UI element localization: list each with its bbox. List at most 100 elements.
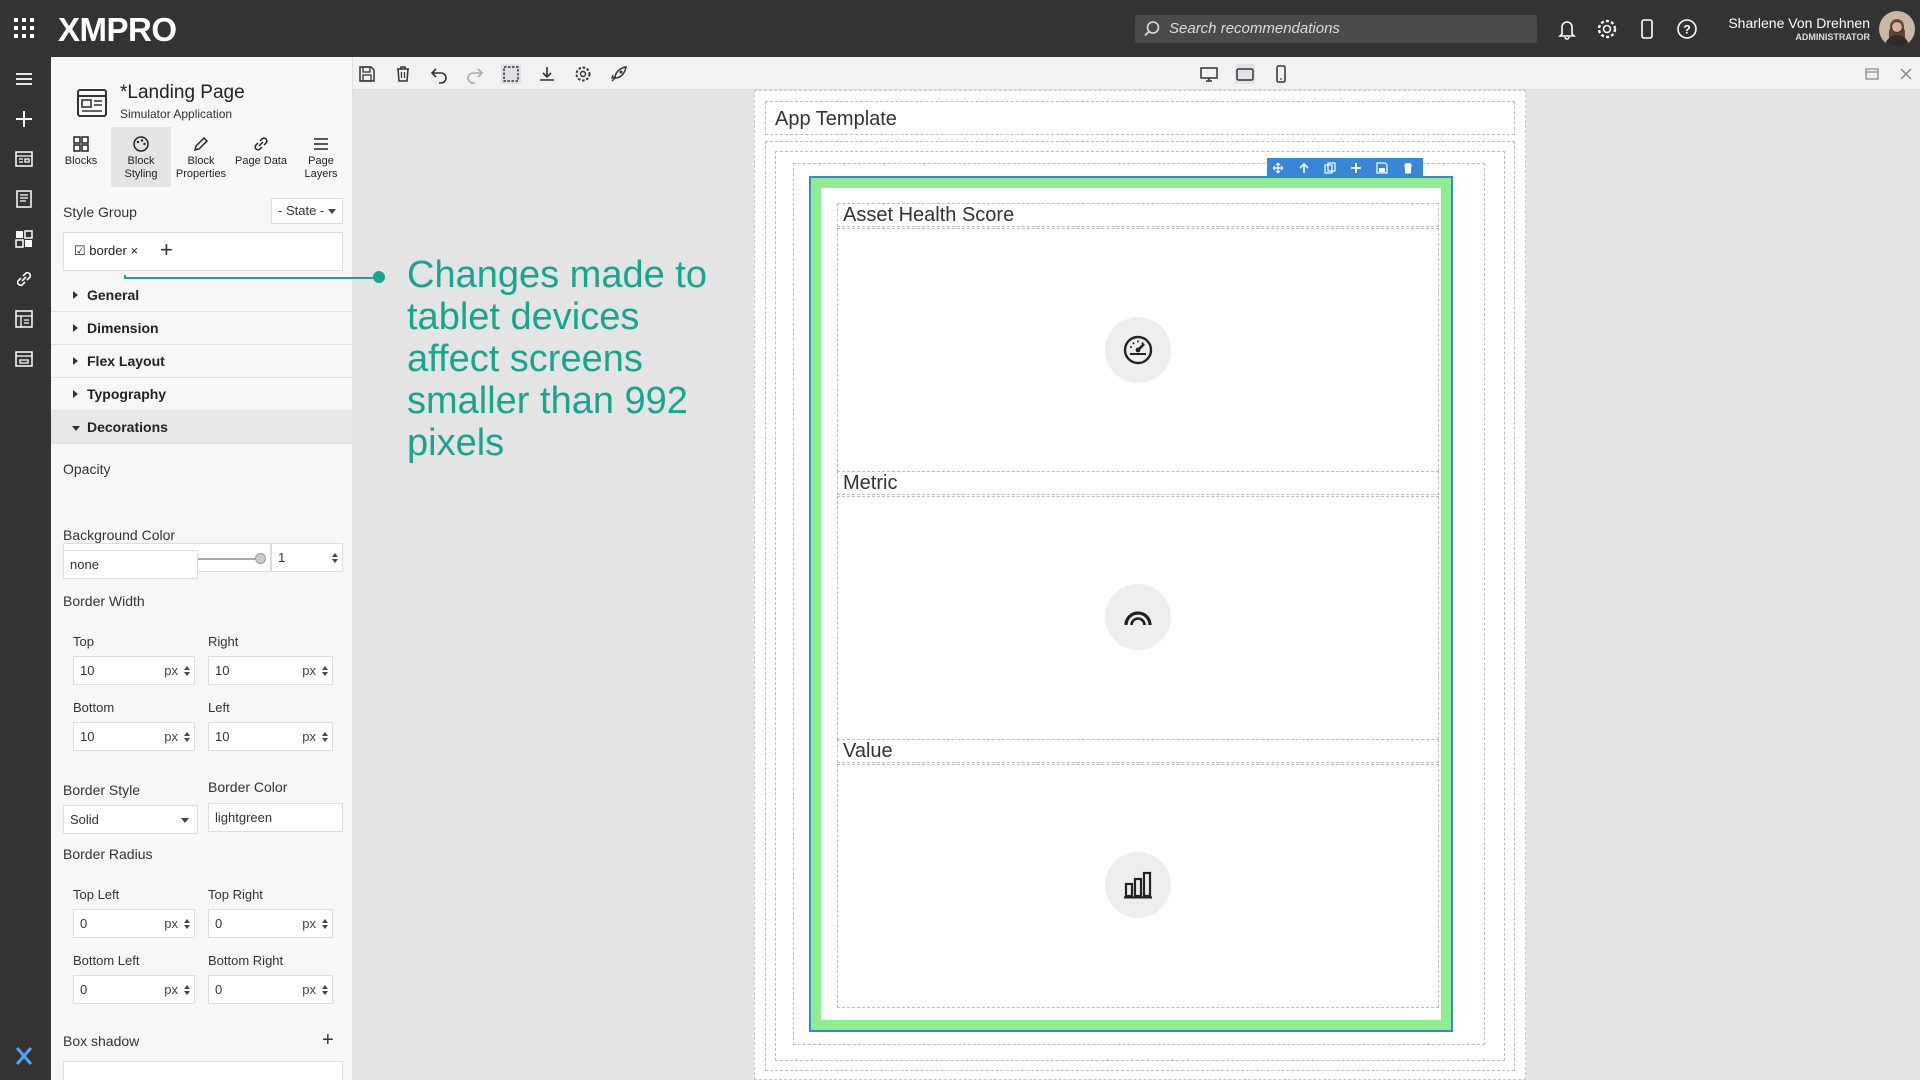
add-block-icon[interactable] (1350, 162, 1362, 174)
opacity-label: Opacity (63, 461, 111, 477)
spinner[interactable] (322, 666, 328, 676)
xmpro-logo[interactable]: XMPRO (58, 11, 177, 49)
border-bottom-input[interactable]: 10 px (73, 722, 195, 751)
spinner[interactable] (322, 919, 328, 929)
tab-block-properties[interactable]: Block Properties (171, 127, 231, 187)
tab-blocks[interactable]: Blocks (51, 127, 111, 187)
border-right-input[interactable]: 10 px (208, 656, 333, 685)
tab-page-layers[interactable]: Page Layers (291, 127, 351, 187)
download-icon[interactable] (537, 64, 557, 84)
search-icon (1144, 21, 1160, 37)
box-shadow-label: Box shadow (63, 1033, 140, 1049)
editor-toolbar (353, 57, 1920, 90)
search-input[interactable]: Search recommendations (1135, 15, 1537, 43)
section-general[interactable]: General (51, 279, 353, 312)
section-typography[interactable]: Typography (51, 378, 353, 411)
save-icon[interactable] (357, 64, 377, 84)
box-shadow-input[interactable] (63, 1061, 343, 1080)
opacity-slider-thumb[interactable] (255, 553, 266, 564)
section-decorations[interactable]: Decorations (51, 411, 353, 444)
background-color-label: Background Color (63, 527, 176, 543)
avatar[interactable] (1879, 11, 1915, 47)
palette-icon (133, 136, 149, 152)
recommendations-icon[interactable] (13, 148, 35, 170)
hamburger-menu-icon[interactable] (13, 68, 35, 90)
delete-icon[interactable] (393, 64, 413, 84)
border-style-select[interactable]: Solid (63, 805, 198, 834)
redo-icon[interactable] (465, 64, 485, 84)
callout-connector (124, 275, 379, 279)
border-left-input[interactable]: 10 px (208, 722, 333, 751)
radius-top-left-input[interactable]: 0 px (73, 909, 195, 938)
background-color-input[interactable]: none (63, 550, 198, 579)
spinner[interactable] (184, 985, 190, 995)
style-group-chip[interactable]: ☑ border × (74, 243, 138, 259)
spinner[interactable] (322, 732, 328, 742)
search-placeholder: Search recommendations (1169, 20, 1340, 37)
bar-chart-icon (1124, 871, 1152, 899)
rocket-icon[interactable] (609, 64, 629, 84)
pencil-icon (193, 136, 209, 152)
settings-gear-icon[interactable] (573, 64, 593, 84)
add-box-shadow-button[interactable]: + (322, 1029, 334, 1052)
data-stream-icon[interactable] (13, 308, 35, 330)
spinner[interactable] (184, 919, 190, 929)
state-select[interactable]: - State - (271, 198, 343, 224)
border-right-value: 10 (215, 663, 230, 678)
radius-top-left-value: 0 (80, 916, 88, 931)
add-style-group-button[interactable]: + (160, 238, 173, 262)
unit-label: px (164, 729, 178, 744)
left-rail (0, 57, 51, 1080)
style-group-box: ☑ border × + (63, 232, 343, 271)
app-designer-icon[interactable] (13, 348, 35, 370)
radius-bottom-left-input[interactable]: 0 px (73, 975, 195, 1004)
move-icon[interactable] (1272, 162, 1284, 174)
bell-icon[interactable] (1554, 16, 1580, 42)
radius-bottom-right-label: Bottom Right (208, 953, 284, 968)
app-launcher-icon[interactable] (14, 18, 34, 38)
section-flex-layout[interactable]: Flex Layout (51, 345, 353, 378)
user-name[interactable]: Sharlene Von Drehnen (1728, 15, 1870, 31)
border-color-input[interactable]: lightgreen (208, 803, 343, 832)
maximize-icon[interactable] (1862, 64, 1882, 84)
opacity-spinner[interactable] (332, 553, 338, 563)
spinner[interactable] (184, 666, 190, 676)
spinner[interactable] (184, 732, 190, 742)
border-top-input[interactable]: 10 px (73, 656, 195, 685)
undo-icon[interactable] (429, 64, 449, 84)
help-icon[interactable]: ? (1674, 16, 1700, 42)
gauge-icon (1123, 335, 1153, 365)
radius-top-right-input[interactable]: 0 px (208, 909, 333, 938)
widget-title-block[interactable] (837, 471, 1439, 495)
radius-bottom-left-value: 0 (80, 982, 88, 997)
mobile-device-icon[interactable] (1634, 16, 1660, 42)
dashboard-icon[interactable] (13, 228, 35, 250)
desktop-view-icon[interactable] (1199, 64, 1219, 84)
link-icon[interactable] (13, 268, 35, 290)
mobile-view-icon[interactable] (1271, 64, 1291, 84)
tab-page-data[interactable]: Page Data (231, 127, 291, 187)
delete-block-icon[interactable] (1402, 162, 1414, 174)
border-radius-label: Border Radius (63, 846, 153, 862)
clone-icon[interactable] (1324, 162, 1336, 174)
radius-top-left-label: Top Left (73, 887, 120, 902)
spinner[interactable] (322, 985, 328, 995)
tab-block-styling[interactable]: Block Styling (111, 127, 171, 187)
save-block-icon[interactable] (1376, 162, 1388, 174)
border-bottom-value: 10 (80, 729, 95, 744)
select-outline-icon[interactable] (501, 64, 521, 84)
border-left-label: Left (208, 700, 230, 715)
select-parent-icon[interactable] (1298, 162, 1310, 174)
add-icon[interactable] (13, 108, 35, 130)
radius-bottom-right-input[interactable]: 0 px (208, 975, 333, 1004)
widget-title-block[interactable] (837, 739, 1439, 763)
unit-label: px (302, 916, 316, 931)
opacity-input[interactable]: 1 (271, 543, 343, 572)
section-dimension[interactable]: Dimension (51, 312, 353, 345)
close-icon[interactable] (1896, 64, 1916, 84)
page-subtitle: Simulator Application (120, 107, 233, 121)
gear-icon[interactable] (1594, 16, 1620, 42)
tablet-view-icon[interactable] (1235, 64, 1255, 84)
notebook-icon[interactable] (13, 188, 35, 210)
x-brand-icon[interactable] (13, 1045, 35, 1067)
